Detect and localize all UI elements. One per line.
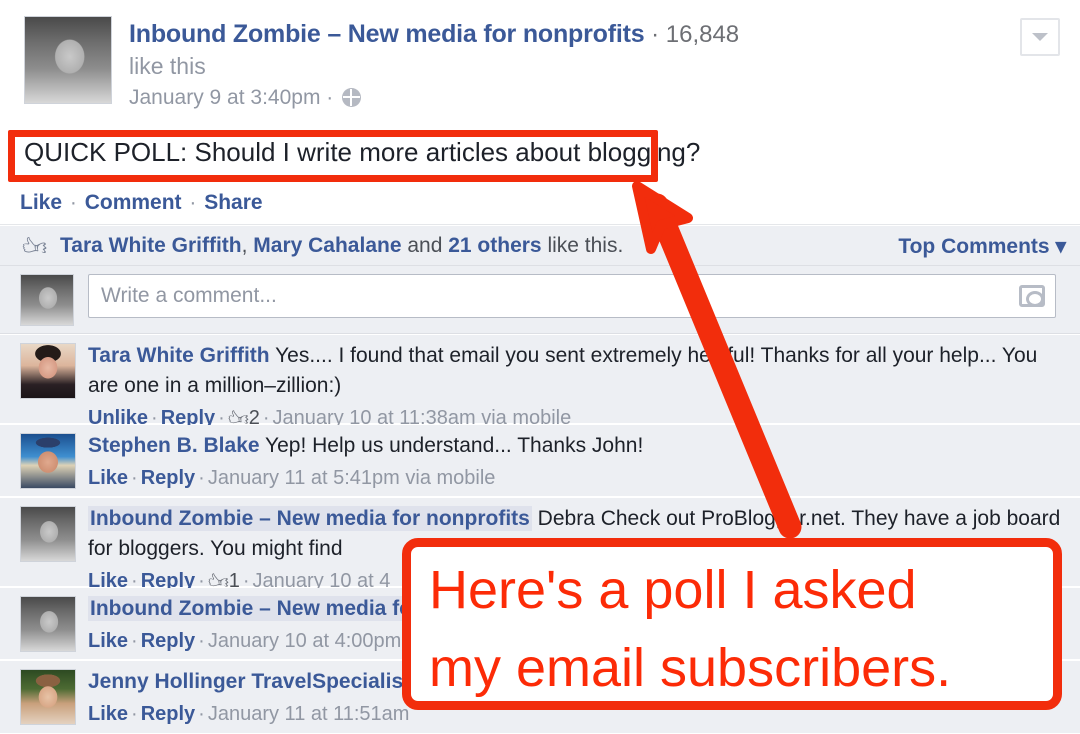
post-message: QUICK POLL: Should I write more articles… [24,137,701,167]
comment-compose-row: Write a comment... [0,266,1080,334]
thumbs-up-icon: 👍︎ [22,234,48,261]
commenter-name[interactable]: Jenny Hollinger TravelSpecialist [88,670,410,693]
post-header-text: Inbound Zombie – New media for nonprofit… [129,20,989,110]
likes-connector: and [401,234,449,257]
annotation-text: Here's a poll I asked my email subscribe… [429,551,1043,707]
post-action-links: Like · Comment · Share [20,191,263,215]
comment-item: Stephen B. Blake Yep! Help us understand… [0,425,1080,497]
likes-suffix: like this. [541,234,624,257]
post-header: Inbound Zombie – New media for nonprofit… [0,0,1080,122]
commenter-name[interactable]: Inbound Zombie – New media fo [88,596,415,621]
comment-input-placeholder: Write a comment... [101,284,277,307]
likes-summary-text: Tara White Griffith, Mary Cahalane and 2… [60,234,623,258]
annotation-line-1: Here's a poll I asked [429,560,917,620]
comment-sort-dropdown[interactable]: Top Comments ▾ [898,234,1066,259]
page-name-link[interactable]: Inbound Zombie – New media for nonprofit… [129,20,645,48]
likers-others-link[interactable]: 21 others [448,234,541,257]
action-separator-2: · [183,191,203,214]
annotation-callout: Here's a poll I asked my email subscribe… [402,538,1062,710]
commenter-name[interactable]: Tara White Griffith [88,344,270,367]
commenter-name[interactable]: Stephen B. Blake [88,434,260,457]
comment-body: Tara White Griffith Yes.... I found that… [88,341,1070,433]
comment-sort-label: Top Comments [898,235,1050,258]
post-menu-button[interactable] [1020,18,1060,56]
post-author-line: Inbound Zombie – New media for nonprofit… [129,20,989,49]
liker-name-2[interactable]: Mary Cahalane [253,234,401,257]
header-separator: · [644,21,666,48]
avatar-commenter[interactable] [20,506,76,562]
comment-message: Yep! Help us understand... Thanks John! [259,434,644,457]
avatar-commenter[interactable] [20,343,76,399]
comment-input[interactable]: Write a comment... [88,274,1056,318]
avatar-commenter[interactable] [20,596,76,652]
comment-reply-button[interactable]: Reply [141,703,195,725]
comment-timestamp[interactable]: January 10 at 4:00pm [208,630,401,652]
annotation-line-2: my email subscribers. [429,638,952,698]
comment-text: Tara White Griffith Yes.... I found that… [88,341,1070,401]
commenter-name[interactable]: Inbound Zombie – New media for nonprofit… [88,506,532,531]
chevron-down-icon [1032,33,1048,41]
post-timestamp-row: January 9 at 3:40pm · [129,86,989,110]
share-button[interactable]: Share [204,191,262,214]
likes-comma: , [241,234,254,257]
comment-button[interactable]: Comment [85,191,182,214]
chevron-down-icon: ▾ [1055,235,1066,258]
avatar-commenter[interactable] [20,433,76,489]
avatar-current-user[interactable] [20,274,74,326]
action-separator-1: · [64,191,83,214]
post-body: QUICK POLL: Should I write more articles… [0,122,1080,185]
like-this-label: like this [129,53,206,79]
comment-item: Tara White Griffith Yes.... I found that… [0,335,1080,430]
post-action-bar: Like · Comment · Share [0,185,1080,225]
like-count: 16,848 [665,21,740,48]
comment-timestamp[interactable]: January 11 at 5:41pm via mobile [208,467,496,489]
comment-reply-button[interactable]: Reply [141,630,195,652]
comment-reply-button[interactable]: Reply [141,467,195,489]
liker-name-1[interactable]: Tara White Griffith [60,234,242,257]
like-button[interactable]: Like [20,191,62,214]
comment-body: Stephen B. Blake Yep! Help us understand… [88,431,1070,492]
globe-icon[interactable] [342,88,362,107]
timestamp-separator: · [320,86,340,109]
facebook-post-screenshot: Inbound Zombie – New media for nonprofit… [0,0,1080,734]
comment-text: Stephen B. Blake Yep! Help us understand… [88,431,1070,461]
comment-meta: Like · Reply · January 11 at 5:41pm via mobi… [88,467,496,489]
avatar-page[interactable] [24,16,112,104]
comment-like-button[interactable]: Like [88,703,128,725]
likes-summary-bar: 👍︎ Tara White Griffith, Mary Cahalane an… [0,226,1080,266]
comment-like-button[interactable]: Like [88,630,128,652]
post-timestamp[interactable]: January 9 at 3:40pm [129,86,320,109]
comment-like-button[interactable]: Like [88,467,128,489]
comment-timestamp[interactable]: January 11 at 11:51am [208,703,410,725]
avatar-commenter[interactable] [20,669,76,725]
camera-icon[interactable] [1019,285,1045,307]
